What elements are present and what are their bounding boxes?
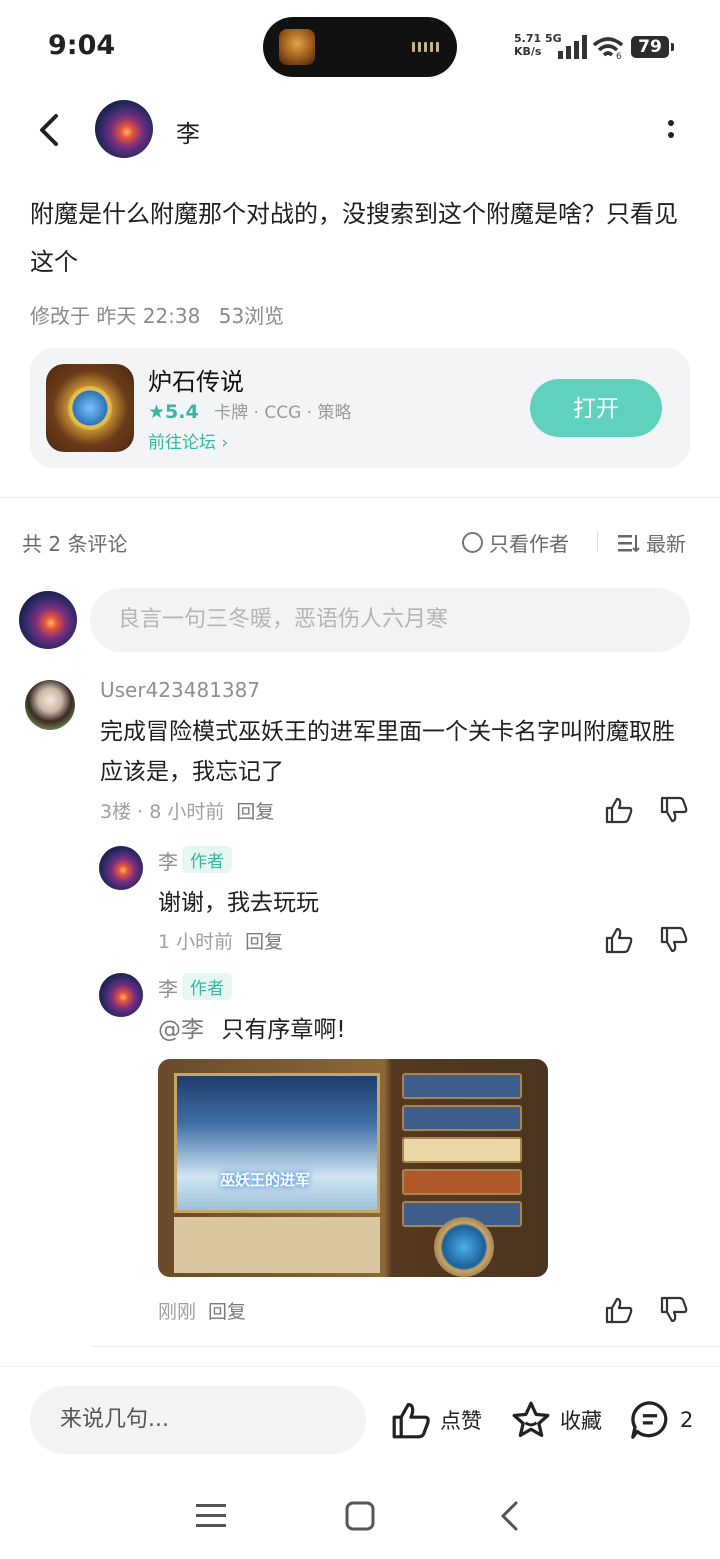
now-playing-thumbnail: [279, 29, 315, 65]
mission-menu: [402, 1073, 522, 1233]
game-rating-row: ★5.4 卡牌 · CCG · 策略: [148, 398, 351, 423]
thumbs-up-icon: [392, 1402, 430, 1439]
network-speed: 5.71 5G KB/s: [514, 32, 562, 58]
chat-bubble-icon: [631, 1401, 668, 1439]
reply-author[interactable]: 李作者: [158, 973, 232, 1002]
header-separator: [597, 532, 598, 552]
star-icon: ★: [148, 401, 166, 423]
image-caption: 巫妖王的进军: [220, 1171, 311, 1189]
sort-label: 最新: [646, 532, 686, 556]
signal-icon: [558, 35, 587, 59]
post-modified-time: 修改于 昨天 22:38: [30, 304, 201, 328]
parchment-panel: [174, 1217, 380, 1273]
reply-time: 刚刚: [158, 1301, 197, 1323]
commenter-avatar[interactable]: [25, 680, 75, 730]
favorite-label: 收藏: [560, 1409, 602, 1433]
reply-screenshot-image[interactable]: 巫妖王的进军: [158, 1059, 548, 1277]
reply-author-name: 李: [158, 977, 178, 1001]
back-arrow-icon[interactable]: [32, 110, 68, 150]
thumbs-down-icon[interactable]: [659, 1296, 689, 1324]
mention[interactable]: @李: [158, 1017, 204, 1043]
reply-meta: 1 小时前 回复: [158, 927, 283, 954]
system-nav-bar: [0, 1474, 720, 1559]
wifi-icon: 6: [592, 37, 624, 60]
comment-input[interactable]: 良言一句三冬暖，恶语伤人六月寒: [90, 588, 690, 652]
reply-button[interactable]: 回复: [236, 801, 274, 823]
post-view-count: 53浏览: [218, 304, 285, 328]
like-button[interactable]: 点赞: [390, 1400, 482, 1440]
only-author-toggle[interactable]: 只看作者: [462, 528, 569, 557]
battery-indicator: 79: [631, 36, 674, 58]
game-name: 炉石传说: [148, 368, 244, 396]
back-nav-icon[interactable]: [496, 1500, 522, 1532]
comment-text: 完成冒险模式巫妖王的进军里面一个关卡名字叫附魔取胜应该是，我忘记了: [100, 719, 675, 785]
dynamic-island[interactable]: [263, 17, 457, 77]
reply-meta: 刚刚 回复: [158, 1297, 246, 1324]
network-speed-value: 5.71: [514, 32, 542, 45]
reply-input[interactable]: 来说几句...: [30, 1386, 366, 1454]
reply-button[interactable]: 回复: [208, 1301, 246, 1323]
thumbs-up-icon[interactable]: [604, 926, 634, 954]
scene-artwork: [174, 1073, 380, 1213]
author-badge: 作者: [182, 973, 232, 1000]
reply-time: 1 小时前: [158, 931, 234, 953]
play-button-icon: [434, 1217, 494, 1277]
status-time: 9:04: [48, 30, 116, 61]
reply-avatar[interactable]: [99, 973, 143, 1017]
like-label: 点赞: [440, 1409, 482, 1433]
thumbs-down-icon[interactable]: [659, 926, 689, 954]
reply-text: 只有序章啊!: [221, 1017, 346, 1043]
author-avatar[interactable]: [95, 100, 153, 158]
comments-button[interactable]: 2: [628, 1400, 693, 1440]
section-divider: [0, 497, 720, 498]
comment-divider: [92, 1346, 720, 1347]
comment-floor-time: 3楼 · 8 小时前: [100, 801, 225, 823]
home-icon[interactable]: [344, 1500, 376, 1532]
menu-icon[interactable]: [196, 1502, 226, 1530]
reply-button[interactable]: 回复: [245, 931, 283, 953]
chevron-right-icon: ›: [221, 433, 229, 453]
reply-text: 谢谢，我去玩玩: [158, 890, 319, 916]
sort-icon: [618, 534, 640, 552]
reply-author-name: 李: [158, 850, 178, 874]
wifi-level: 6: [616, 52, 622, 60]
waveform-icon: [412, 42, 439, 52]
thumbs-down-icon[interactable]: [659, 796, 689, 824]
hearthstone-app-icon: [46, 364, 134, 452]
favorite-button[interactable]: 收藏: [510, 1400, 602, 1440]
radio-circle-icon: [462, 532, 483, 553]
thumbs-up-icon[interactable]: [604, 796, 634, 824]
star-outline-icon: [512, 1401, 550, 1438]
reply-avatar[interactable]: [99, 846, 143, 890]
open-game-button[interactable]: 打开: [530, 379, 662, 437]
game-rating: 5.4: [165, 401, 199, 423]
reply-text-row: @李 只有序章啊!: [158, 1010, 346, 1050]
game-tags: 卡牌 · CCG · 策略: [214, 403, 352, 423]
commenter-name[interactable]: User423481387: [100, 678, 260, 702]
post-meta: 修改于 昨天 22:38 53浏览: [30, 300, 296, 329]
forum-link[interactable]: 前往论坛 ›: [148, 428, 228, 453]
comment-count-badge: 2: [680, 1408, 694, 1432]
network-speed-unit: KB/s: [514, 45, 542, 58]
comment-meta: 3楼 · 8 小时前 回复: [100, 797, 274, 824]
only-author-label: 只看作者: [489, 532, 569, 556]
comment-count: 共 2 条评论: [22, 532, 128, 556]
thumbs-up-icon[interactable]: [604, 1296, 634, 1324]
forum-link-label: 前往论坛: [148, 433, 216, 453]
sort-toggle[interactable]: 最新: [618, 528, 686, 557]
author-badge: 作者: [182, 846, 232, 873]
game-card[interactable]: 炉石传说 ★5.4 卡牌 · CCG · 策略 前往论坛 › 打开: [30, 348, 690, 468]
reply-author[interactable]: 李作者: [158, 846, 232, 875]
author-name[interactable]: 李: [176, 114, 200, 149]
my-avatar: [19, 591, 77, 649]
status-bar: 9:04 5.71 5G KB/s 6 79: [0, 0, 720, 95]
more-options-icon[interactable]: [661, 118, 681, 144]
post-body: 附魔是什么附魔那个对战的，没搜索到这个附魔是啥？只看见这个: [30, 200, 678, 276]
